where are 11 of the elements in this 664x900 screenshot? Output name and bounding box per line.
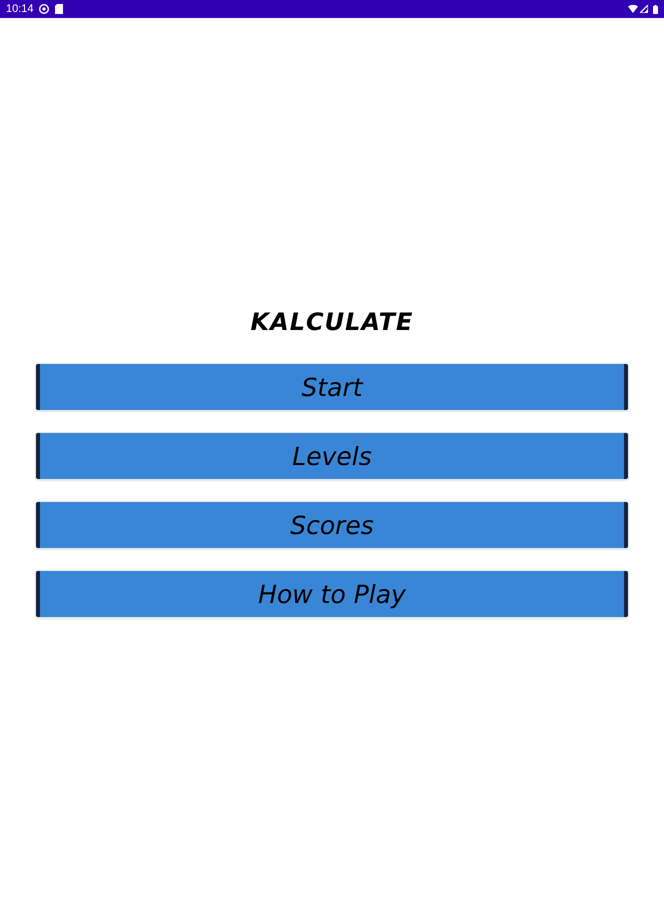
menu-button[interactable]: Scores <box>36 502 628 548</box>
wifi-icon <box>628 5 638 13</box>
menu-button[interactable]: How to Play <box>36 571 628 617</box>
status-time: 10:14 <box>6 4 34 14</box>
menu-button[interactable]: Start <box>36 364 628 410</box>
status-notification-icon <box>38 4 49 14</box>
sd-card-icon <box>54 4 63 14</box>
menu-button[interactable]: Levels <box>36 433 628 479</box>
signal-icon <box>640 5 648 13</box>
battery-icon <box>653 4 658 14</box>
app-title: KALCULATE <box>250 307 414 337</box>
